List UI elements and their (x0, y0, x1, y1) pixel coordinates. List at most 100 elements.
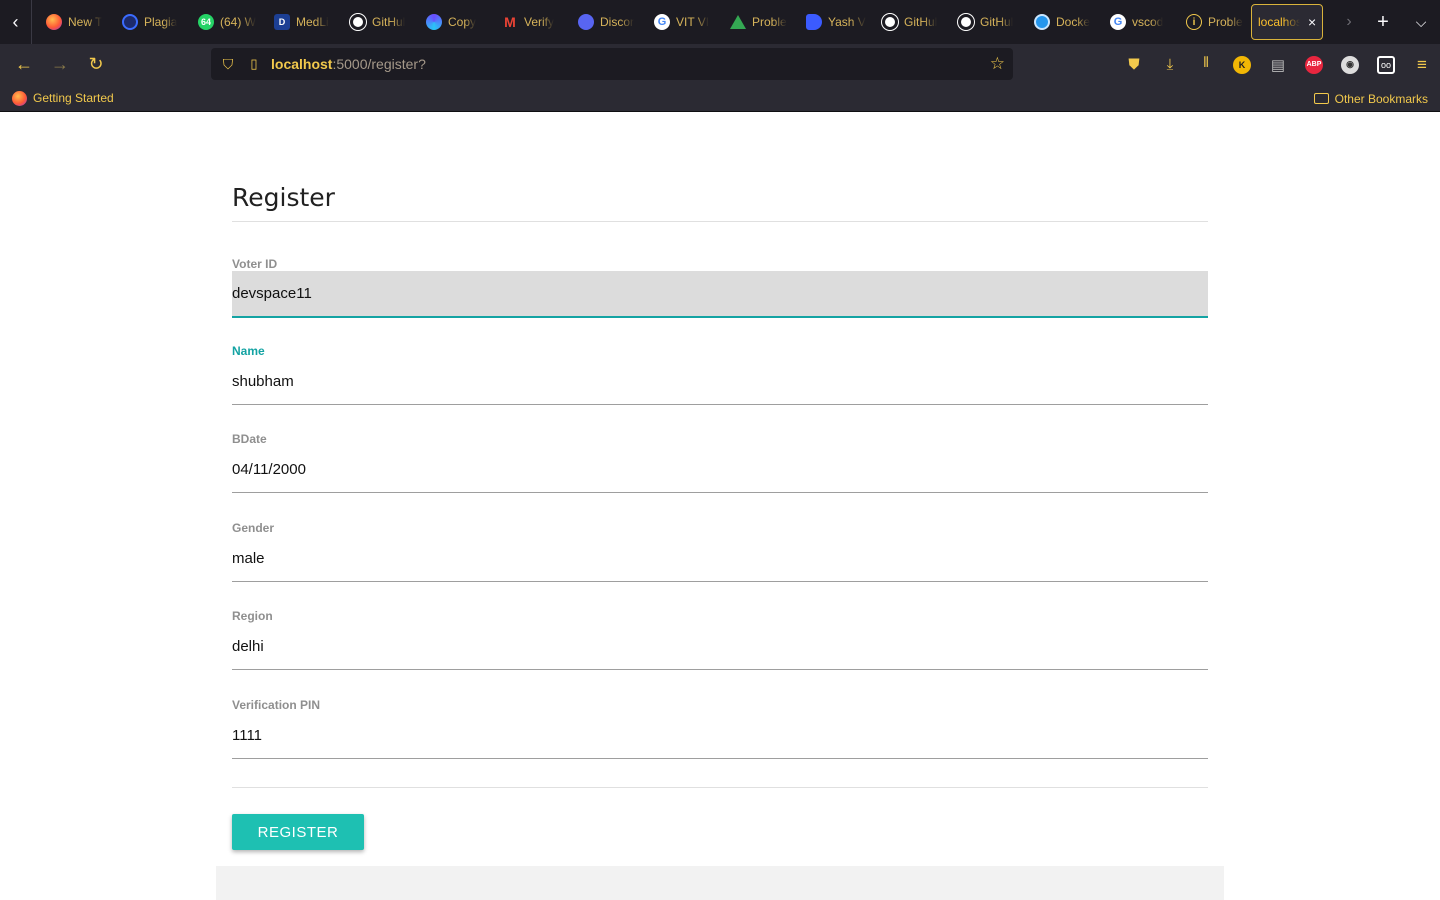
browser-tab[interactable]: M Verify (488, 0, 564, 44)
browser-tab-active[interactable]: localhost × (1251, 4, 1323, 40)
discord-icon (578, 14, 594, 30)
verification-pin-input[interactable] (232, 712, 1208, 759)
tab-label: Copy (448, 15, 477, 29)
adblock-plus-icon[interactable]: ABP (1296, 44, 1332, 85)
extension-k-label: K (1233, 55, 1251, 74)
gmail-icon: M (504, 14, 516, 30)
tab-bar: ‹ New T Plagia 64 (64) W D MedLi GitHul Co… (0, 0, 1440, 44)
tab-label: Proble (1208, 15, 1243, 29)
voter-id-label: Voter ID (232, 257, 278, 271)
tab-label: VIT VI (676, 15, 710, 29)
voter-id-field: Voter ID (232, 257, 1208, 319)
tab-label: localhost (1258, 15, 1300, 29)
name-input[interactable] (232, 358, 1208, 405)
plagiarism-icon (122, 14, 138, 30)
downloads-icon[interactable]: ⤓ (1152, 44, 1188, 85)
reload-icon[interactable]: ↻ (78, 44, 114, 85)
library-icon[interactable]: 𝍪 (1188, 44, 1224, 85)
tab-label: vscod (1132, 15, 1164, 29)
browser-tab[interactable]: D MedLi (260, 0, 336, 44)
verification-pin-field: Verification PIN (232, 698, 1208, 760)
folder-icon (1313, 93, 1329, 104)
google-icon: G (1110, 14, 1126, 30)
new-tab-icon[interactable]: + (1364, 0, 1402, 44)
navigation-toolbar: ← → ↻ ⛉ ▯ localhost:5000/register? ☆ ⛊ ⤓… (0, 44, 1440, 85)
browser-tab[interactable]: GitHul (868, 0, 944, 44)
forward-icon[interactable]: → (42, 44, 78, 85)
bdate-label: BDate (232, 432, 267, 446)
tab-label: GitHul (904, 15, 938, 29)
info-icon: i (1186, 14, 1202, 30)
tab-scroll-left-icon[interactable]: ‹ (0, 0, 32, 44)
tab-label: Yash V (828, 15, 866, 29)
pocket-icon[interactable]: ⛊ (1116, 44, 1152, 85)
other-bookmarks-button[interactable]: Other Bookmarks (1313, 85, 1428, 112)
reader-extension-icon[interactable]: ▤ (1260, 44, 1296, 85)
browser-tab[interactable]: Discor (564, 0, 640, 44)
tab-label: Docke (1056, 15, 1091, 29)
github-icon (958, 14, 974, 30)
list-all-tabs-icon[interactable]: ⌵ (1402, 0, 1440, 44)
browser-tab[interactable]: Proble (716, 0, 792, 44)
google-drive-icon (730, 15, 746, 29)
browser-tab[interactable]: Copy (412, 0, 488, 44)
tab-label: Discor (600, 15, 635, 29)
copyai-icon (426, 14, 442, 30)
bookmarks-toolbar: Getting Started Other Bookmarks (0, 85, 1440, 112)
bdate-input[interactable] (232, 446, 1208, 493)
tracking-shield-icon[interactable]: ⛉ (213, 56, 243, 73)
privacy-badger-icon[interactable]: ◉ (1332, 44, 1368, 85)
tab-label: New T (68, 15, 103, 29)
docs-icon (806, 14, 822, 30)
voter-id-input[interactable] (232, 271, 1208, 318)
docker-icon (1034, 14, 1050, 30)
page-content: Register Voter ID Name BDate Gender Regi… (0, 113, 1440, 900)
tabbar-controls: › + ⌵ (1334, 0, 1440, 44)
browser-tab[interactable]: 64 (64) W (184, 0, 260, 44)
browser-tab[interactable]: Yash V (792, 0, 868, 44)
bookmark-getting-started[interactable]: Getting Started (0, 90, 126, 106)
browser-tab[interactable]: G VIT VI (640, 0, 716, 44)
register-button[interactable]: REGISTER (232, 814, 364, 850)
tab-label: Proble (752, 15, 787, 29)
browser-tab[interactable]: i Proble (1172, 0, 1248, 44)
menu-icon[interactable]: ≡ (1404, 44, 1440, 85)
browser-tab[interactable]: GitHul (944, 0, 1020, 44)
toolbar-extensions: ⛊ ⤓ 𝍪 K ▤ ABP ◉ oo ≡ (1116, 44, 1440, 85)
firefox-icon (12, 90, 27, 106)
browser-tab[interactable]: Gvscod (1096, 0, 1172, 44)
gender-input[interactable] (232, 535, 1208, 582)
browser-tab[interactable]: New T (32, 0, 108, 44)
page-info-icon[interactable]: ▯ (243, 56, 265, 72)
google-icon: G (654, 14, 670, 30)
region-input[interactable] (232, 623, 1208, 670)
name-label: Name (232, 344, 265, 358)
region-label: Region (232, 609, 273, 623)
bookmark-star-icon[interactable]: ☆ (990, 54, 1005, 74)
bdate-field: BDate (232, 432, 1208, 494)
back-icon[interactable]: ← (6, 44, 42, 85)
whatsapp-icon: 64 (198, 14, 214, 30)
url-text[interactable]: localhost:5000/register? (271, 56, 426, 72)
form-divider (232, 787, 1208, 788)
extension-k-icon[interactable]: K (1224, 44, 1260, 85)
browser-tab[interactable]: Plagia (108, 0, 184, 44)
url-path: :5000/register? (332, 56, 426, 72)
tab-label: MedLi (296, 15, 329, 29)
browser-tab[interactable]: Docke (1020, 0, 1096, 44)
tab-scroll-right-icon[interactable]: › (1334, 0, 1364, 44)
browser-tab[interactable]: GitHul (336, 0, 412, 44)
gender-label: Gender (232, 521, 275, 535)
region-field: Region (232, 609, 1208, 671)
name-field: Name (232, 344, 1208, 406)
github-icon (882, 14, 898, 30)
tab-label: Plagia (144, 15, 178, 29)
verification-pin-label: Verification PIN (232, 698, 321, 712)
close-tab-icon[interactable]: × (1308, 14, 1316, 30)
title-divider (232, 221, 1208, 222)
github-icon (350, 14, 366, 30)
address-bar[interactable]: ⛉ ▯ localhost:5000/register? ☆ (211, 48, 1013, 80)
bookmark-label: Getting Started (33, 91, 114, 105)
glasses-extension-icon[interactable]: oo (1368, 44, 1404, 85)
tab-label: GitHul (980, 15, 1014, 29)
